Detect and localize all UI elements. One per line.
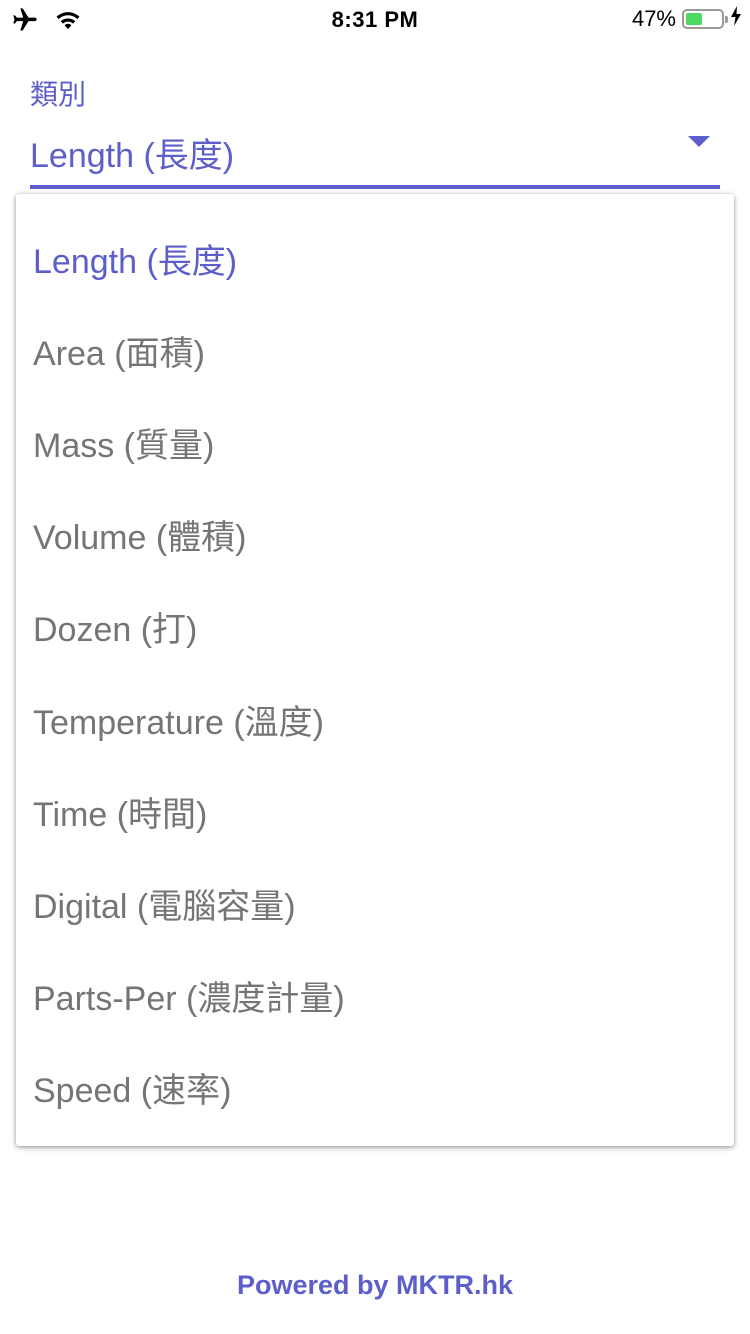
dropdown-item-area[interactable]: Area (面積) [16,304,734,396]
dropdown-item-mass[interactable]: Mass (質量) [16,396,734,488]
dropdown-item-time[interactable]: Time (時間) [16,765,734,857]
dropdown-item-parts-per[interactable]: Parts-Per (濃度計量) [16,950,734,1042]
dropdown-item-dozen[interactable]: Dozen (打) [16,581,734,673]
category-underline [30,185,720,189]
dropdown-item-temperature[interactable]: Temperature (溫度) [16,673,734,765]
charging-bolt-icon [730,6,742,32]
battery-fill [686,13,702,25]
status-bar: 8:31 PM 47% [0,0,750,40]
category-select[interactable]: 類別 Length (長度) [30,70,720,190]
category-value[interactable]: Length (長度) [30,128,234,177]
dropdown-item-volume[interactable]: Volume (體積) [16,489,734,581]
powered-by-link[interactable]: Powered by MKTR.hk [0,1270,750,1301]
dropdown-item-digital[interactable]: Digital (電腦容量) [16,857,734,949]
dropdown-arrow-icon[interactable] [688,136,710,147]
dropdown-item-speed[interactable]: Speed (速率) [16,1042,734,1134]
category-label: 類別 [30,79,87,110]
category-dropdown-menu: Length (長度) Area (面積) Mass (質量) Volume (… [16,194,734,1146]
battery-cap [725,16,728,23]
status-right-group: 47% [632,6,742,32]
battery-icon [682,9,728,29]
battery-percent: 47% [631,6,676,31]
dropdown-item-length[interactable]: Length (長度) [16,212,734,304]
